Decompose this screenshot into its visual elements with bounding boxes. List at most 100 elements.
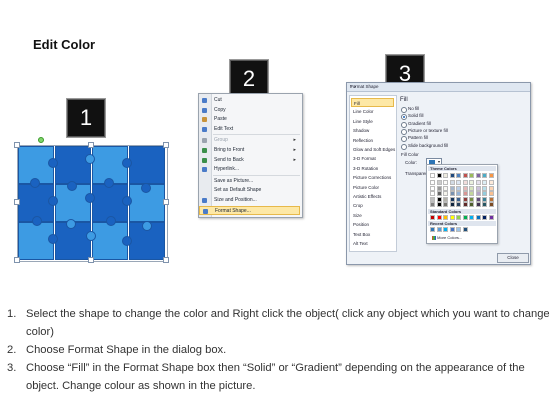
resize-handle[interactable] bbox=[163, 142, 169, 148]
nav-item-text-box[interactable]: Text Box bbox=[353, 230, 396, 239]
color-swatch[interactable] bbox=[430, 185, 435, 191]
nav-item-fill[interactable]: Fill bbox=[351, 98, 394, 107]
color-swatch[interactable] bbox=[462, 227, 468, 232]
color-swatch[interactable] bbox=[456, 185, 461, 191]
color-swatch[interactable] bbox=[488, 196, 494, 202]
color-swatch[interactable] bbox=[469, 191, 474, 196]
color-swatch[interactable] bbox=[443, 180, 448, 185]
color-swatch[interactable] bbox=[482, 215, 487, 220]
color-swatch[interactable] bbox=[436, 185, 442, 191]
color-swatch[interactable] bbox=[482, 180, 487, 185]
nav-item-reflection[interactable]: Reflection bbox=[353, 136, 396, 145]
color-swatch[interactable] bbox=[469, 202, 474, 207]
menu-item-send-to-back[interactable]: Send to Back ▸ bbox=[199, 156, 300, 165]
color-swatch[interactable] bbox=[443, 185, 448, 191]
color-swatch[interactable] bbox=[475, 215, 481, 220]
color-swatch[interactable] bbox=[449, 227, 455, 232]
nav-item-picture-corrections[interactable]: Picture Corrections bbox=[353, 173, 396, 182]
fill-option-radio[interactable] bbox=[401, 121, 407, 128]
color-swatch[interactable] bbox=[456, 196, 461, 202]
color-swatch[interactable] bbox=[488, 191, 494, 196]
color-swatch[interactable] bbox=[436, 180, 442, 185]
color-swatch[interactable] bbox=[436, 215, 442, 220]
color-swatch[interactable] bbox=[475, 191, 481, 196]
menu-item-format-shape[interactable]: Format Shape... bbox=[199, 205, 300, 215]
menu-item-size-and-position[interactable]: Size and Position... bbox=[199, 196, 300, 205]
color-swatch[interactable] bbox=[469, 196, 474, 202]
color-swatch[interactable] bbox=[488, 202, 494, 207]
color-swatch[interactable] bbox=[482, 196, 487, 202]
menu-item-cut[interactable]: Cut bbox=[199, 96, 300, 105]
color-swatch[interactable] bbox=[488, 173, 494, 178]
menu-item-edit-text[interactable]: Edit Text bbox=[199, 125, 300, 134]
puzzle-piece[interactable] bbox=[129, 146, 165, 184]
menu-item-bring-to-front[interactable]: Bring to Front ▸ bbox=[199, 146, 300, 155]
color-swatch[interactable] bbox=[482, 173, 487, 178]
color-swatch[interactable] bbox=[462, 173, 468, 178]
fill-option-radio[interactable] bbox=[401, 136, 407, 143]
color-swatch[interactable] bbox=[430, 196, 435, 202]
color-swatch[interactable] bbox=[482, 191, 487, 196]
color-swatch[interactable] bbox=[456, 227, 461, 232]
color-swatch[interactable] bbox=[456, 191, 461, 196]
nav-item-picture-color[interactable]: Picture Color bbox=[353, 183, 396, 192]
resize-handle[interactable] bbox=[163, 199, 169, 205]
nav-item-size[interactable]: Size bbox=[353, 211, 396, 220]
more-colors-option[interactable]: More Colors... bbox=[432, 235, 462, 240]
resize-handle[interactable] bbox=[14, 257, 20, 263]
color-swatch[interactable] bbox=[469, 185, 474, 191]
color-swatch[interactable] bbox=[443, 173, 448, 178]
color-swatch[interactable] bbox=[449, 191, 455, 196]
color-swatch[interactable] bbox=[475, 202, 481, 207]
puzzle-piece[interactable] bbox=[55, 146, 91, 184]
color-swatch[interactable] bbox=[449, 196, 455, 202]
resize-handle[interactable] bbox=[14, 199, 20, 205]
color-swatch[interactable] bbox=[430, 215, 435, 220]
nav-item-3-d-rotation[interactable]: 3-D Rotation bbox=[353, 164, 396, 173]
nav-item-line-style[interactable]: Line Style bbox=[353, 117, 396, 126]
color-swatch[interactable] bbox=[462, 185, 468, 191]
color-swatch[interactable] bbox=[482, 185, 487, 191]
color-swatch[interactable] bbox=[462, 215, 468, 220]
color-swatch[interactable] bbox=[449, 215, 455, 220]
fill-option-radio[interactable] bbox=[401, 143, 407, 150]
rotation-handle[interactable] bbox=[38, 137, 44, 143]
nav-item-glow-and-soft-edges[interactable]: Glow and Soft Edges bbox=[353, 145, 396, 154]
color-swatch[interactable] bbox=[456, 215, 461, 220]
color-swatch[interactable] bbox=[475, 196, 481, 202]
color-swatch[interactable] bbox=[475, 185, 481, 191]
color-swatch[interactable] bbox=[462, 196, 468, 202]
color-swatch[interactable] bbox=[430, 173, 435, 178]
dialog-title-buttons[interactable]: ? × bbox=[350, 84, 528, 89]
menu-item-group[interactable]: Group ▸ bbox=[199, 136, 300, 145]
color-swatch[interactable] bbox=[456, 180, 461, 185]
color-swatch[interactable] bbox=[436, 196, 442, 202]
nav-item-position[interactable]: Position bbox=[353, 220, 396, 229]
color-swatch[interactable] bbox=[475, 173, 481, 178]
puzzle-shape[interactable] bbox=[17, 145, 168, 262]
resize-handle[interactable] bbox=[163, 257, 169, 263]
color-swatch[interactable] bbox=[443, 227, 448, 232]
color-swatch[interactable] bbox=[462, 202, 468, 207]
color-swatch[interactable] bbox=[449, 202, 455, 207]
color-swatch[interactable] bbox=[430, 227, 435, 232]
color-swatch[interactable] bbox=[436, 202, 442, 207]
fill-option-radio[interactable] bbox=[401, 107, 407, 113]
color-swatch[interactable] bbox=[430, 191, 435, 196]
color-swatch[interactable] bbox=[443, 202, 448, 207]
color-swatch[interactable] bbox=[482, 202, 487, 207]
nav-item-line-color[interactable]: Line Color bbox=[353, 107, 396, 116]
color-swatch[interactable] bbox=[436, 191, 442, 196]
color-swatch[interactable] bbox=[443, 215, 448, 220]
resize-handle[interactable] bbox=[14, 142, 20, 148]
color-swatch[interactable] bbox=[430, 202, 435, 207]
nav-item-crop[interactable]: Crop bbox=[353, 201, 396, 210]
nav-item-artistic-effects[interactable]: Artistic Effects bbox=[353, 192, 396, 201]
color-swatch[interactable] bbox=[469, 215, 474, 220]
resize-handle[interactable] bbox=[88, 257, 94, 263]
fill-option-radio[interactable] bbox=[401, 128, 407, 135]
color-swatch[interactable] bbox=[475, 180, 481, 185]
fill-option-radio[interactable] bbox=[401, 114, 407, 121]
color-swatch[interactable] bbox=[469, 180, 474, 185]
color-swatch[interactable] bbox=[456, 173, 461, 178]
